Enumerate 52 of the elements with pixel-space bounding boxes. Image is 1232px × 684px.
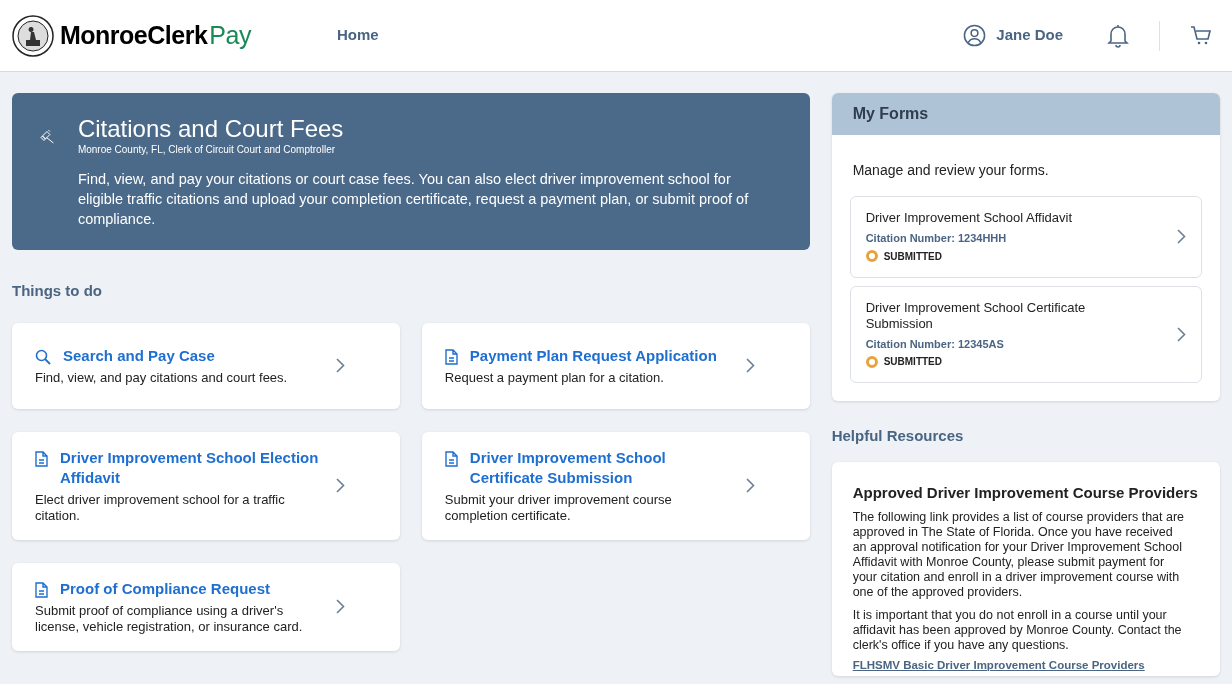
search-icon xyxy=(35,348,51,365)
task-description: Elect driver improvement school for a traffic citation. xyxy=(35,491,286,524)
section-heading: Things to do xyxy=(12,281,103,301)
nav-link[interactable]: Home xyxy=(336,24,379,47)
form-title: Driver Improvement School Certificate Submission xyxy=(865,299,1087,332)
chevron-right-icon xyxy=(336,478,345,493)
form-title: Driver Improvement School Affidavit xyxy=(865,210,1074,226)
brand-suffix: Pay xyxy=(209,19,251,51)
document-icon xyxy=(444,348,458,365)
status-label: SUBMITTED xyxy=(883,249,942,264)
panel-title: My Forms xyxy=(852,104,929,124)
form-item[interactable]: Driver Improvement School Certificate Submission Citation Number: 12345AS SUBMITTED xyxy=(849,285,1202,383)
task-description: Submit your driver improvement course completion certificate. xyxy=(444,491,673,524)
document-icon xyxy=(35,581,48,598)
status-label: SUBMITTED xyxy=(883,355,942,369)
resource-paragraph: It is important that you do not enroll in a course until your affidavit has been approved by Monroe County. Contact the clerk's office if you have any questions. xyxy=(852,608,1183,653)
chevron-right-icon xyxy=(1177,326,1186,342)
brand-name: MonroeClerk xyxy=(60,19,208,51)
task-card[interactable]: Driver Improvement School Election Affidavit Elect driver improvement school for a traffic citation. xyxy=(12,431,400,540)
task-card[interactable]: Driver Improvement School Certificate Submission Submit your driver improvement course completion certificate. xyxy=(421,431,810,540)
banner-description: Find, view, and pay your citations or court case fees. You can also elect driver improvement school for eligible traffic citations and upload your completion certificate, request a payment plan, or submit proof of compliance. xyxy=(77,170,750,229)
citation-number: Citation Number: 12345AS xyxy=(865,336,1005,352)
document-icon xyxy=(35,450,48,467)
task-card[interactable]: Search and Pay Case Find, view, and pay citations and court fees. xyxy=(12,322,400,409)
task-card[interactable]: Proof of Compliance Request Submit proof of compliance using a driver's license, vehicle registration, or insurance card. xyxy=(12,562,400,651)
user-avatar-icon xyxy=(963,24,987,47)
task-description: Submit proof of compliance using a driver's license, vehicle registration, or insurance card. xyxy=(35,602,304,635)
task-description: Request a payment plan for a citation. xyxy=(444,369,665,386)
task-description: Find, view, and pay citations and court fees. xyxy=(35,369,289,386)
task-title: Driver Improvement School Certificate Submission xyxy=(469,447,667,488)
chevron-right-icon xyxy=(745,358,755,373)
document-icon xyxy=(444,450,458,467)
citation-number: Citation Number: 1234HHH xyxy=(865,231,1008,246)
chevron-right-icon xyxy=(745,478,755,493)
providers-link[interactable]: FLHSMV Basic Driver Improvement Course Providers xyxy=(852,658,1199,672)
task-title: Driver Improvement School Election Affidavit xyxy=(60,447,320,488)
user-menu[interactable]: Jane Doe xyxy=(963,24,1063,47)
banner-title: Citations and Court Fees xyxy=(77,115,345,143)
resource-title: Approved Driver Improvement Course Providers xyxy=(852,482,1199,503)
task-card[interactable]: Payment Plan Request Application Request a payment plan for a citation. xyxy=(421,322,810,409)
panel-intro: Manage and review your forms. xyxy=(851,161,1050,180)
task-title: Payment Plan Request Application xyxy=(469,345,717,366)
chevron-right-icon xyxy=(1177,229,1186,245)
section-heading: Helpful Resources xyxy=(831,426,965,446)
form-item[interactable]: Driver Improvement School Affidavit Citation Number: 1234HHH SUBMITTED xyxy=(849,196,1202,278)
task-title: Search and Pay Case xyxy=(63,345,215,366)
chevron-right-icon xyxy=(336,599,345,614)
resource-paragraph: The following link provides a list of course providers that are approved in The State of Florida. Once you have received an approval notification for your Driver Improvement School Affidavit with Monroe County, please submit payment for your citation and enroll in a driver improvement course with one of the approved providers. xyxy=(852,510,1186,600)
banner-subtitle: Monroe County, FL, Clerk of Circuit Court and Comptroller xyxy=(77,144,337,156)
task-title: Proof of Compliance Request xyxy=(60,578,271,599)
chevron-right-icon xyxy=(336,358,345,373)
county-seal-logo xyxy=(12,14,54,57)
